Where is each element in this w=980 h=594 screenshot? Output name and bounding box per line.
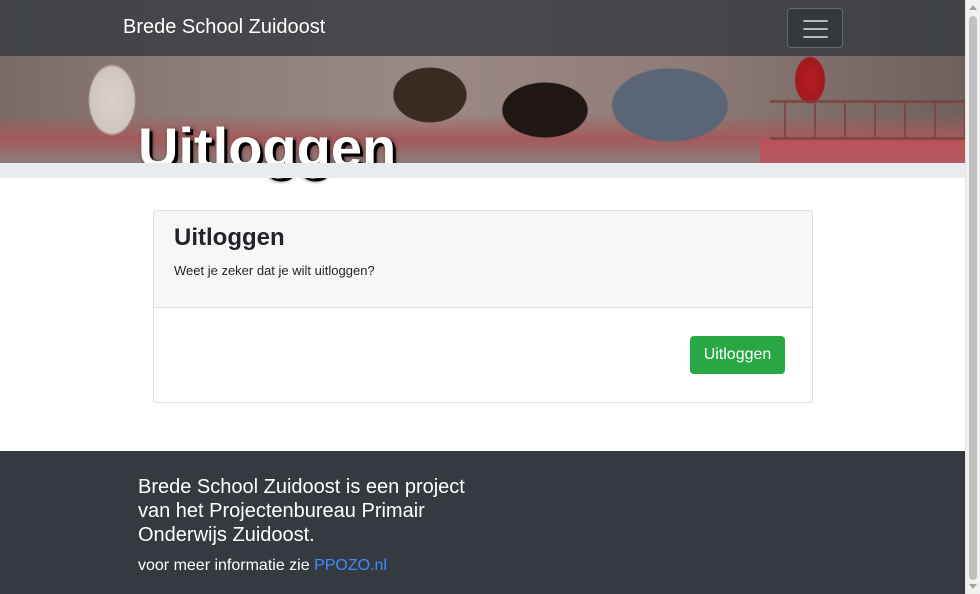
vertical-scrollbar[interactable]	[965, 0, 980, 594]
hero-background-rail	[770, 100, 965, 140]
hero-divider	[0, 163, 965, 178]
navbar-brand[interactable]: Brede School Zuidoost	[123, 16, 325, 39]
scroll-down-arrow-icon[interactable]	[969, 584, 977, 589]
footer-description: Brede School Zuidoost is een project van…	[138, 476, 465, 546]
navbar: Brede School Zuidoost	[0, 0, 965, 56]
ppozo-link[interactable]: PPOZO.nl	[314, 557, 387, 574]
scroll-up-arrow-icon[interactable]	[969, 5, 977, 10]
page-viewport: Brede School Zuidoost Uitloggen Uitlogge…	[0, 0, 965, 594]
footer-more-info-prefix: voor meer informatie zie	[138, 557, 315, 574]
navbar-toggler-button[interactable]	[787, 8, 843, 48]
logout-button[interactable]: Uitloggen	[690, 336, 785, 374]
hamburger-icon-bottom	[803, 36, 828, 38]
hamburger-icon-middle	[803, 28, 828, 30]
scrollbar-thumb[interactable]	[969, 16, 977, 580]
card-header: Uitloggen Weet je zeker dat je wilt uitl…	[154, 211, 812, 308]
hero-background-mat	[760, 140, 965, 163]
card-question: Weet je zeker dat je wilt uitloggen?	[174, 263, 375, 278]
footer: Brede School Zuidoost is een project van…	[0, 451, 965, 594]
footer-more-info: voor meer informatie zie PPOZO.nl	[138, 557, 387, 575]
logout-card: Uitloggen Weet je zeker dat je wilt uitl…	[153, 210, 813, 403]
hamburger-icon	[803, 20, 828, 22]
card-title: Uitloggen	[174, 224, 285, 251]
